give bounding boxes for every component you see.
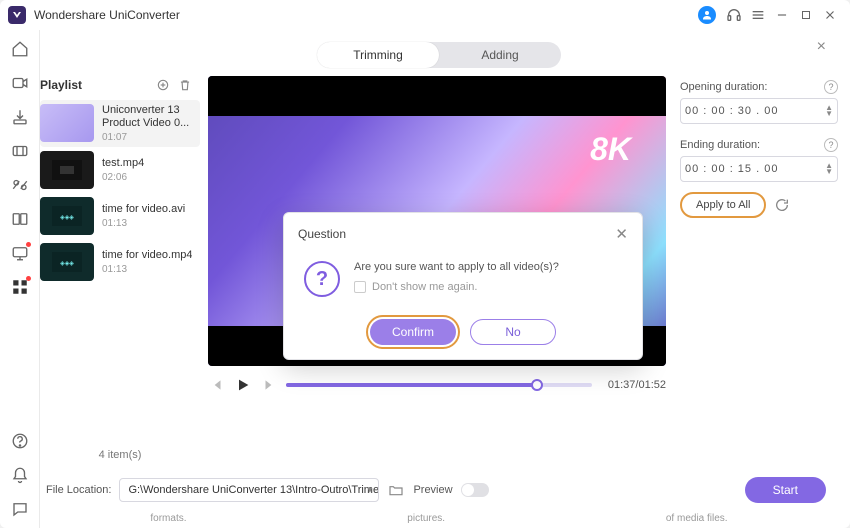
file-location-select[interactable]: G:\Wondershare UniConverter 13\Intro-Out… [119,478,379,502]
footer-hint: formats. [150,513,186,524]
nav-help-icon[interactable] [9,430,31,452]
confirm-button[interactable]: Confirm [370,319,456,345]
playlist-item-duration: 02:06 [102,172,144,183]
nav-video-icon[interactable] [9,72,31,94]
next-frame-button[interactable] [260,376,278,394]
dialog-title: Question [298,227,346,241]
nav-feedback-icon[interactable] [9,498,31,520]
confirm-dialog: Question ✕ ? Are you sure want to apply … [283,212,643,360]
nav-toolbox-icon[interactable] [9,276,31,298]
tab-trimming[interactable]: Trimming [317,42,439,68]
opening-duration-input[interactable]: 00 : 00 : 30 . 00 ▲▼ [680,98,838,124]
playlist-item[interactable]: ◈◈◈ time for video.avi 01:13 [40,193,200,239]
ending-duration-value: 00 : 00 : 15 . 00 [685,163,825,175]
ending-duration-input[interactable]: 00 : 00 : 15 . 00 ▲▼ [680,156,838,182]
playlist-item-duration: 01:07 [102,132,200,143]
playlist-delete-button[interactable] [176,76,194,94]
user-avatar-button[interactable] [698,6,716,24]
opening-duration-label: Opening duration: [680,81,767,93]
playlist-item[interactable]: test.mp4 02:06 [40,147,200,193]
playlist-item-name: time for video.avi [102,203,185,216]
apply-to-all-button[interactable]: Apply to All [680,192,766,218]
playlist-item-duration: 01:13 [102,218,185,229]
play-button[interactable] [234,376,252,394]
playlist-item-name: Uniconverter 13 Product Video 0... [102,104,200,130]
help-icon[interactable]: ? [824,138,838,152]
nav-download-icon[interactable] [9,106,31,128]
dont-show-label: Don't show me again. [372,281,477,293]
preview-toggle[interactable] [461,483,489,497]
ending-duration-label: Ending duration: [680,139,760,151]
no-button[interactable]: No [470,319,556,345]
playlist-count: 4 item(s) [40,443,200,467]
window-maximize-button[interactable] [794,3,818,27]
nav-screen-icon[interactable] [9,242,31,264]
app-logo [8,6,26,24]
playlist-thumbnail [40,104,94,142]
playlist-item-name: time for video.mp4 [102,249,192,262]
dont-show-checkbox[interactable] [354,281,366,293]
playlist-add-button[interactable] [154,76,172,94]
headphones-icon[interactable] [722,3,746,27]
app-title: Wondershare UniConverter [34,8,180,22]
nav-compress-icon[interactable] [9,140,31,162]
tab-adding[interactable]: Adding [439,42,561,68]
revert-button[interactable] [772,195,792,215]
dialog-close-button[interactable]: ✕ [615,225,628,243]
nav-edit-icon[interactable] [9,174,31,196]
file-location-label: File Location: [46,484,111,496]
seek-slider[interactable] [286,383,592,387]
open-folder-button[interactable] [387,481,405,499]
prev-frame-button[interactable] [208,376,226,394]
dialog-message: Are you sure want to apply to all video(… [354,261,559,273]
mode-tabs: Trimming Adding [317,42,561,68]
playlist-thumbnail [40,151,94,189]
question-icon: ? [304,261,340,297]
playlist-item-duration: 01:13 [102,264,192,275]
help-icon[interactable]: ? [824,80,838,94]
close-panel-icon[interactable]: × [817,38,826,56]
footer-hint: pictures. [407,513,445,524]
nav-home-icon[interactable] [9,38,31,60]
start-button[interactable]: Start [745,477,826,503]
svg-text:◈◈◈: ◈◈◈ [60,215,74,221]
playlist-item[interactable]: Uniconverter 13 Product Video 0... 01:07 [40,100,200,147]
window-minimize-button[interactable] [770,3,794,27]
duration-spinner[interactable]: ▲▼ [825,163,833,175]
nav-notifications-icon[interactable] [9,464,31,486]
playlist-item-name: test.mp4 [102,157,144,170]
svg-text:◈◈◈: ◈◈◈ [60,261,74,267]
opening-duration-value: 00 : 00 : 30 . 00 [685,105,825,117]
preview-toggle-label: Preview [413,484,452,496]
playlist-heading: Playlist [40,78,82,92]
playlist-thumbnail: ◈◈◈ [40,243,94,281]
hamburger-menu-icon[interactable] [746,3,770,27]
footer-hint: of media files. [666,513,728,524]
nav-merge-icon[interactable] [9,208,31,230]
window-close-button[interactable] [818,3,842,27]
time-display: 01:37/01:52 [608,379,666,391]
playlist-item[interactable]: ◈◈◈ time for video.mp4 01:13 [40,239,200,285]
duration-spinner[interactable]: ▲▼ [825,105,833,117]
playlist-thumbnail: ◈◈◈ [40,197,94,235]
